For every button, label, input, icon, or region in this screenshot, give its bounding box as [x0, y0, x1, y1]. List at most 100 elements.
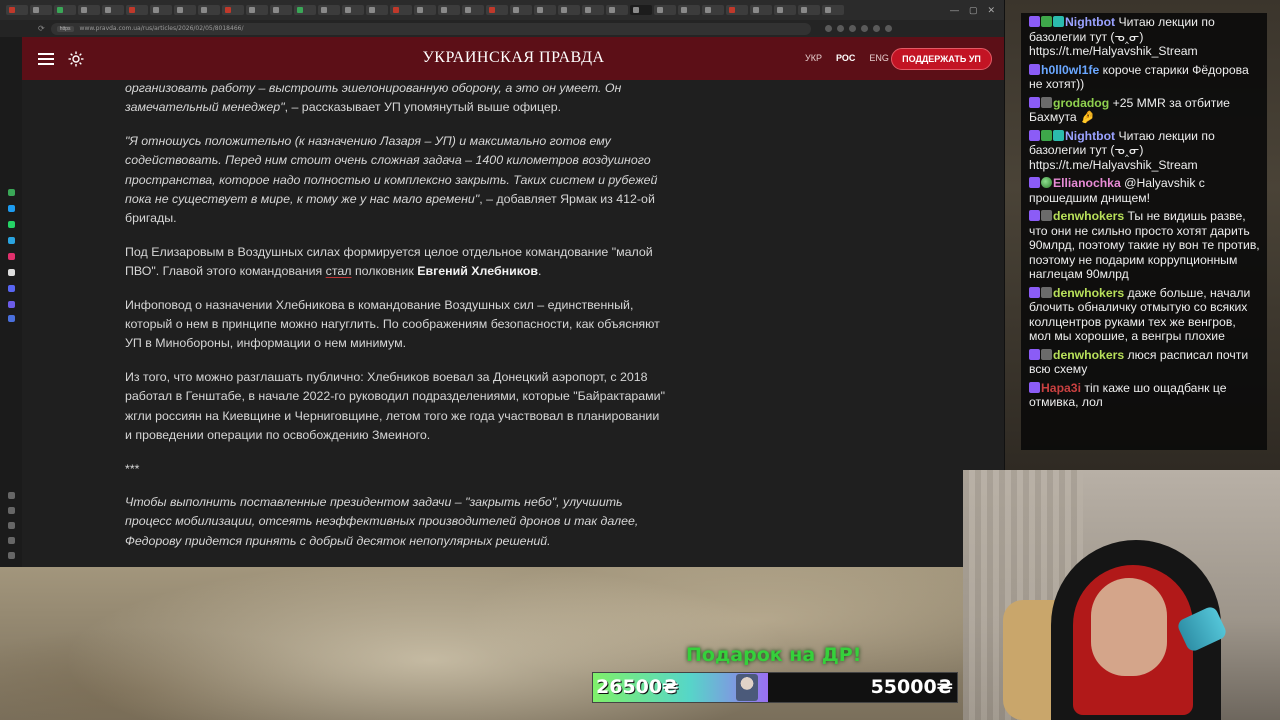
browser-tab[interactable]: [390, 5, 412, 15]
language-eng[interactable]: ENG: [869, 53, 889, 63]
extension-icon[interactable]: [848, 25, 856, 32]
browser-tab[interactable]: [606, 5, 628, 15]
reload-icon[interactable]: ⟳: [38, 24, 45, 33]
chat-username[interactable]: Ellianochka: [1053, 176, 1121, 190]
browser-tab[interactable]: [222, 5, 244, 15]
browser-tab[interactable]: [102, 5, 124, 15]
browser-tab[interactable]: [414, 5, 436, 15]
hamburger-menu-icon[interactable]: [38, 53, 54, 65]
browser-tab[interactable]: [534, 5, 556, 15]
chat-username[interactable]: denwhokers: [1053, 286, 1124, 300]
chat-badge-icon: [1029, 381, 1040, 393]
chat-badge-icon: [1041, 96, 1052, 108]
paragraph-text: .: [537, 264, 542, 279]
side-tool-icon[interactable]: [8, 522, 15, 529]
sun-theme-icon[interactable]: [68, 51, 84, 67]
webcam-feed: [963, 470, 1280, 720]
browser-tab[interactable]: [438, 5, 460, 15]
chat-username[interactable]: Hapa3i: [1041, 381, 1081, 395]
browser-tab[interactable]: [750, 5, 772, 15]
extension-icon[interactable]: [884, 25, 892, 32]
close-icon[interactable]: ✕: [987, 5, 995, 16]
extension-icon[interactable]: [836, 25, 844, 32]
language-switcher: УКР РОС ENG: [805, 53, 889, 63]
browser-tab[interactable]: [702, 5, 724, 15]
side-tool-icon[interactable]: [8, 537, 15, 544]
browser-tab[interactable]: [510, 5, 532, 15]
browser-tab[interactable]: [726, 5, 748, 15]
browser-tab[interactable]: [318, 5, 340, 15]
browser-tab[interactable]: [462, 5, 484, 15]
browser-tab[interactable]: [6, 5, 28, 15]
browser-tab[interactable]: [678, 5, 700, 15]
browser-tab[interactable]: [150, 5, 172, 15]
browser-tab[interactable]: [246, 5, 268, 15]
side-app-icon[interactable]: [8, 205, 15, 212]
article-body: организовать работу – выстроить эшелонир…: [22, 80, 1004, 567]
browser-tab[interactable]: [774, 5, 796, 15]
side-app-icon[interactable]: [8, 221, 15, 228]
chat-badge-icon: [1029, 63, 1040, 75]
language-rus[interactable]: РОС: [836, 53, 855, 63]
browser-tab[interactable]: [654, 5, 676, 15]
chat-badge-icon: [1029, 16, 1040, 27]
tab-bar: — ▢ ✕: [0, 0, 1004, 20]
extension-icon[interactable]: [824, 25, 832, 32]
browser-tab[interactable]: [54, 5, 76, 15]
chat-username[interactable]: denwhokers: [1053, 348, 1124, 362]
chat-username[interactable]: denwhokers: [1053, 209, 1124, 223]
side-app-icon[interactable]: [8, 269, 15, 276]
chat-message: Nightbot Читаю лекции по базолегии тут (…: [1029, 15, 1261, 59]
url-field[interactable]: https www.pravda.com.ua/rus/articles/202…: [50, 22, 811, 35]
browser-tab[interactable]: [582, 5, 604, 15]
section-separator: ***: [125, 461, 140, 476]
chat-username[interactable]: Nightbot: [1065, 129, 1115, 143]
side-app-icon[interactable]: [8, 315, 15, 322]
chat-message: denwhokers даже больше, начали блочить о…: [1029, 286, 1261, 344]
chat-username[interactable]: grodadog: [1053, 96, 1109, 110]
browser-tab[interactable]: [126, 5, 148, 15]
paragraph-text: , – рассказывает УП упомянутый выше офиц…: [284, 100, 562, 115]
article-link[interactable]: стал: [326, 264, 352, 278]
side-app-icon[interactable]: [8, 189, 15, 196]
browser-tab[interactable]: [270, 5, 292, 15]
chat-badge-icon: [1041, 177, 1052, 188]
extension-icon[interactable]: [872, 25, 880, 32]
browser-tab[interactable]: [78, 5, 100, 15]
browser-tab[interactable]: [174, 5, 196, 15]
chat-badge-icon: [1041, 210, 1052, 221]
side-app-icon[interactable]: [8, 301, 15, 308]
chat-badge-icon: [1029, 129, 1040, 141]
chat-message: grodadog +25 MMR за отбитие Бахмута 🤌: [1029, 96, 1261, 125]
side-app-icon[interactable]: [8, 237, 15, 244]
donation-goal-title: Подарок на ДР!: [686, 644, 862, 666]
chat-username[interactable]: h0ll0wl1fe: [1041, 63, 1099, 77]
address-bar: ⟳ https www.pravda.com.ua/rus/articles/2…: [0, 20, 1004, 37]
side-tool-icon[interactable]: [8, 552, 15, 559]
browser-tab[interactable]: [366, 5, 388, 15]
extension-icon[interactable]: [860, 25, 868, 32]
side-tool-icon[interactable]: [8, 507, 15, 514]
browser-tab[interactable]: [30, 5, 52, 15]
language-ukr[interactable]: УКР: [805, 53, 822, 63]
browser-side-panel: [0, 37, 22, 567]
minimize-icon[interactable]: —: [950, 5, 959, 16]
window-controls: — ▢ ✕: [950, 5, 1004, 16]
chat-badge-icon: [1053, 129, 1064, 141]
chat-message: denwhokers Ты не видишь разве, что они н…: [1029, 209, 1261, 282]
browser-tab[interactable]: [486, 5, 508, 15]
browser-tab[interactable]: [294, 5, 316, 15]
side-tool-icon[interactable]: [8, 492, 15, 499]
support-button[interactable]: ПОДДЕРЖАТЬ УП: [891, 48, 992, 70]
browser-tab[interactable]: [822, 5, 844, 15]
chat-message: Hapa3i тіп каже шо ощадбанк це отмивка, …: [1029, 381, 1261, 410]
browser-tab-active[interactable]: [630, 5, 652, 15]
side-app-icon[interactable]: [8, 253, 15, 260]
browser-tab[interactable]: [798, 5, 820, 15]
side-app-icon[interactable]: [8, 285, 15, 292]
browser-tab[interactable]: [342, 5, 364, 15]
chat-username[interactable]: Nightbot: [1065, 15, 1115, 29]
browser-tab[interactable]: [198, 5, 220, 15]
browser-tab[interactable]: [558, 5, 580, 15]
maximize-icon[interactable]: ▢: [969, 5, 978, 16]
